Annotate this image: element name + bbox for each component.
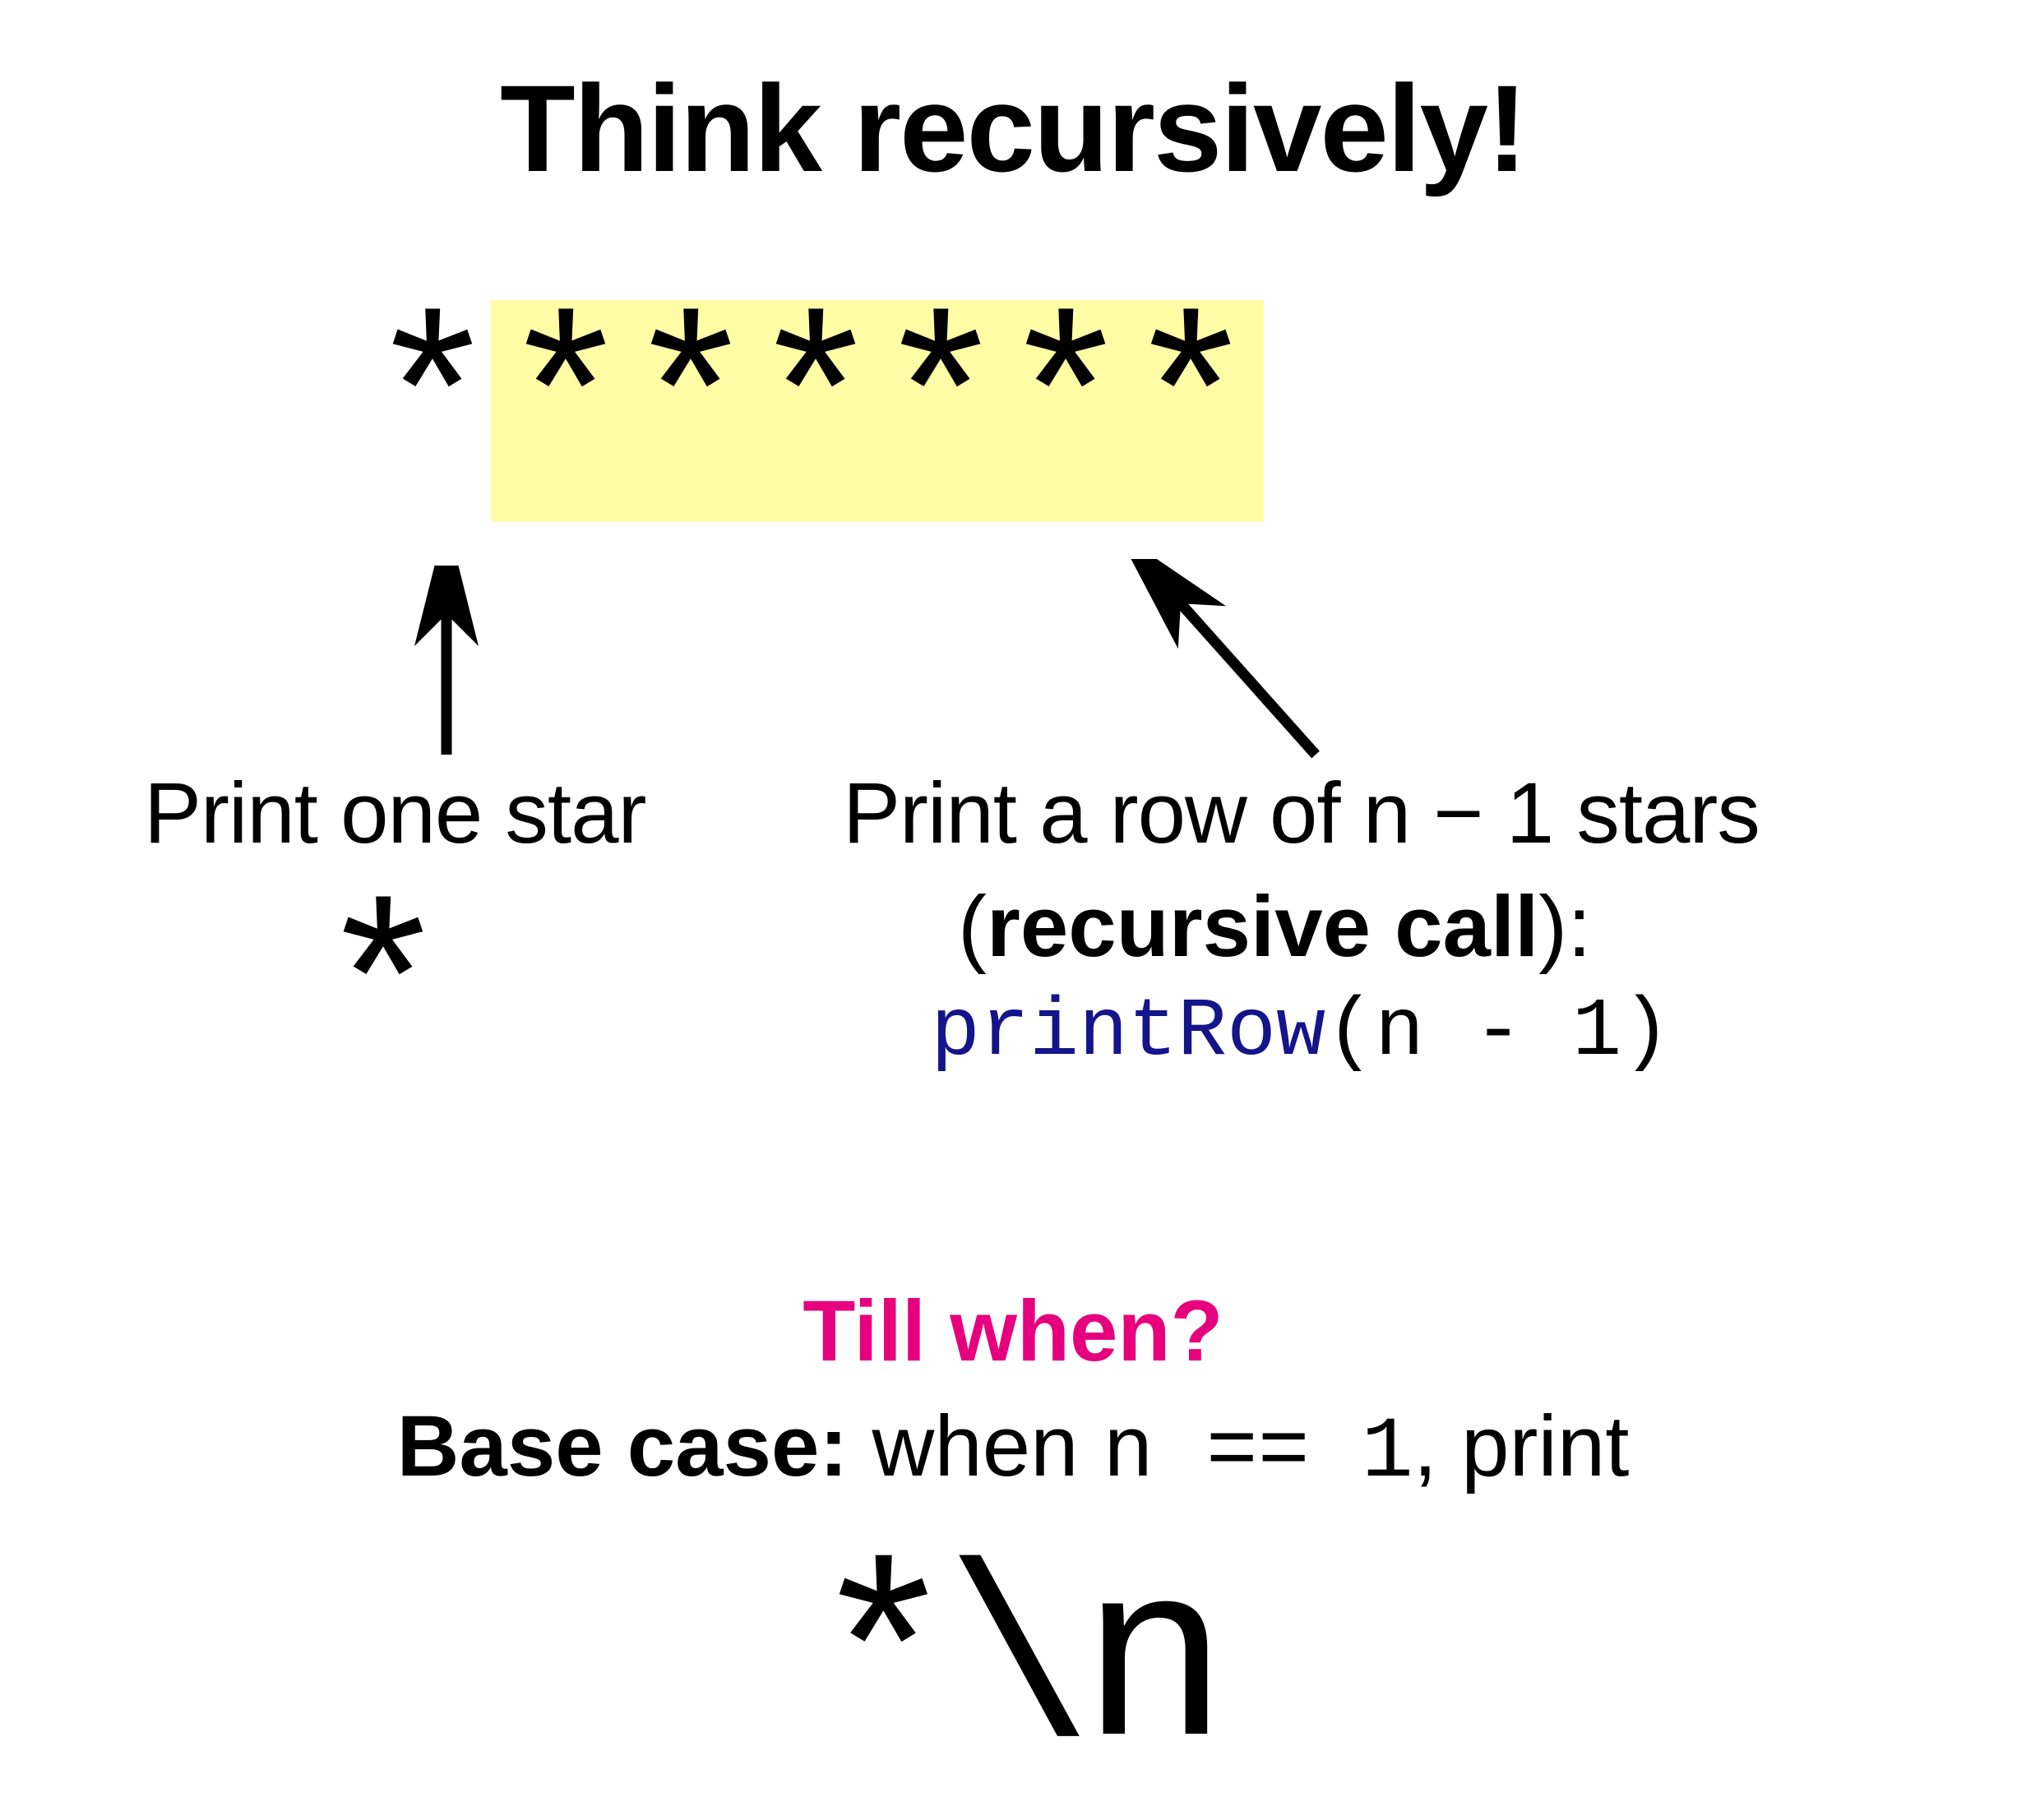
slide-title: Think recursively! (0, 58, 2026, 200)
arrow-up-icon (409, 566, 483, 763)
label-print-row: Print a row of n − 1 stars (843, 764, 1760, 863)
label-recursive-call: (recursive call): (958, 878, 1591, 977)
lone-star: * (317, 888, 450, 1110)
code-args: (n - 1) (1325, 986, 1671, 1079)
final-output: *\n (0, 1545, 2026, 1792)
till-when-heading: Till when? (0, 1282, 2026, 1381)
base-case-line: Base case: when n == 1, print (0, 1397, 2026, 1502)
star-row: * ****** (366, 300, 1264, 522)
paren-close: ): (1538, 879, 1591, 975)
arrow-diagonal-icon (1126, 559, 1340, 764)
code-function-name: printRow (931, 986, 1325, 1079)
star-rest-highlight: ****** (491, 300, 1264, 522)
recursive-call-text: recursive call (987, 879, 1538, 975)
star-first: * (366, 300, 491, 522)
base-case-pre: when (848, 1398, 1102, 1494)
star-rest: ****** (499, 300, 1249, 522)
label-print-one-star: Print one star (144, 764, 645, 863)
paren-open: ( (958, 879, 987, 975)
base-case-label: Base case: (397, 1398, 849, 1494)
base-case-cond: n == 1 (1103, 1404, 1413, 1502)
base-case-post: , print (1413, 1398, 1630, 1494)
code-line: printRow(n - 1) (931, 986, 1671, 1079)
